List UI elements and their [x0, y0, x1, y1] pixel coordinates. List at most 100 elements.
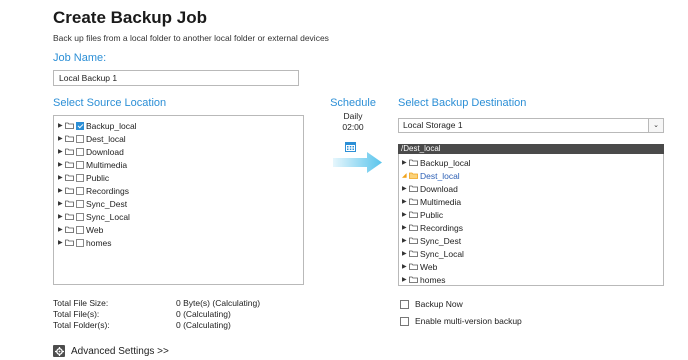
multi-version-checkbox[interactable]	[400, 316, 409, 326]
total-files-value: 0 (Calculating)	[176, 309, 231, 319]
expand-arrow-icon[interactable]: ▶	[58, 122, 65, 129]
folder-checkbox[interactable]	[76, 121, 84, 130]
folder-checkbox[interactable]	[76, 238, 84, 247]
destination-folder-row[interactable]: ▶ Multimedia	[402, 195, 663, 208]
backup-now-option[interactable]: Backup Now	[400, 299, 463, 309]
advanced-settings-link[interactable]: Advanced Settings >>	[53, 345, 169, 357]
destination-folder-row[interactable]: ▶ Public	[402, 208, 663, 221]
total-files-label: Total File(s):	[53, 309, 100, 319]
total-folders-label: Total Folder(s):	[53, 320, 110, 330]
source-folder-row[interactable]: ▶ Multimedia	[58, 158, 303, 171]
folder-icon	[409, 263, 418, 270]
folder-label: Download	[86, 146, 124, 157]
folder-icon	[65, 200, 74, 207]
folder-label: Download	[420, 183, 458, 194]
folder-icon	[65, 161, 74, 168]
folder-icon	[409, 211, 418, 218]
folder-label: Web	[86, 224, 104, 235]
expand-arrow-icon[interactable]: ▶	[402, 276, 409, 283]
folder-checkbox[interactable]	[76, 212, 84, 221]
expand-arrow-icon[interactable]: ▶	[58, 213, 65, 220]
destination-folder-row[interactable]: ◢ Dest_local	[402, 169, 663, 182]
expand-arrow-icon[interactable]: ▶	[402, 198, 409, 205]
expand-arrow-icon[interactable]: ▶	[402, 185, 409, 192]
source-folder-row[interactable]: ▶ Dest_local	[58, 132, 303, 145]
expand-arrow-icon[interactable]: ▶	[58, 135, 65, 142]
destination-folder-row[interactable]: ▶ Backup_local	[402, 156, 663, 169]
gear-icon	[53, 345, 65, 357]
destination-folder-row[interactable]: ▶ Sync_Dest	[402, 234, 663, 247]
expand-arrow-icon[interactable]: ▶	[58, 161, 65, 168]
folder-checkbox[interactable]	[76, 147, 84, 156]
schedule-frequency: Daily	[343, 111, 363, 121]
folder-label: Public	[420, 209, 444, 220]
storage-select[interactable]: Local Storage 1 ⌄	[398, 118, 664, 133]
folder-icon	[409, 276, 418, 283]
expand-arrow-icon[interactable]: ▶	[402, 237, 409, 244]
folder-icon	[65, 226, 74, 233]
destination-tree: ▶ Backup_local ◢ Dest_local ▶ Download ▶ Multim…	[398, 154, 664, 286]
folder-label: Sync_Local	[86, 211, 130, 222]
folder-label: Dest_local	[420, 170, 460, 181]
destination-path: /Dest_local	[398, 144, 664, 154]
source-folder-row[interactable]: ▶ Sync_Dest	[58, 197, 303, 210]
total-size-value: 0 Byte(s) (Calculating)	[176, 298, 261, 308]
source-folder-row[interactable]: ▶ homes	[58, 236, 303, 249]
source-folder-row[interactable]: ▶ Backup_local	[58, 119, 303, 132]
source-folder-row[interactable]: ▶ Web	[58, 223, 303, 236]
destination-folder-row[interactable]: ▶ Download	[402, 182, 663, 195]
expand-arrow-icon[interactable]: ▶	[58, 200, 65, 207]
folder-label: Web	[420, 261, 438, 272]
expand-arrow-icon[interactable]: ▶	[402, 159, 409, 166]
source-folder-row[interactable]: ▶ Download	[58, 145, 303, 158]
total-folders-value: 0 (Calculating)	[176, 320, 231, 330]
expand-arrow-icon[interactable]: ▶	[58, 226, 65, 233]
folder-label: Backup_local	[86, 120, 137, 131]
job-name-input[interactable]	[53, 70, 299, 86]
folder-checkbox[interactable]	[76, 173, 84, 182]
multi-version-option[interactable]: Enable multi-version backup	[400, 316, 522, 326]
folder-checkbox[interactable]	[76, 160, 84, 169]
page-subtitle: Back up files from a local folder to ano…	[53, 33, 329, 43]
destination-folder-row[interactable]: ▶ Web	[402, 260, 663, 273]
expand-arrow-icon[interactable]: ▶	[402, 263, 409, 270]
source-location-label: Select Source Location	[53, 97, 167, 109]
expand-arrow-icon[interactable]: ▶	[58, 187, 65, 194]
open-folder-icon	[409, 172, 418, 179]
folder-icon	[409, 185, 418, 192]
folder-icon	[409, 224, 418, 231]
destination-folder-row[interactable]: ▶ homes	[402, 273, 663, 286]
backup-now-checkbox[interactable]	[400, 299, 409, 309]
storage-select-value: Local Storage 1	[403, 120, 463, 130]
source-folder-row[interactable]: ▶ Public	[58, 171, 303, 184]
destination-folder-row[interactable]: ▶ Sync_Local	[402, 247, 663, 260]
expand-arrow-icon[interactable]: ▶	[58, 148, 65, 155]
destination-label: Select Backup Destination	[398, 97, 527, 109]
source-folder-row[interactable]: ▶ Sync_Local	[58, 210, 303, 223]
folder-label: Recordings	[86, 185, 129, 196]
page-title: Create Backup Job	[53, 8, 207, 27]
expand-arrow-icon[interactable]: ▶	[58, 239, 65, 246]
folder-label: Multimedia	[86, 159, 128, 170]
folder-label: homes	[420, 274, 446, 285]
folder-icon	[65, 174, 74, 181]
chevron-down-icon[interactable]: ⌄	[648, 119, 663, 132]
total-size-label: Total File Size:	[53, 298, 109, 308]
source-folder-row[interactable]: ▶ Recordings	[58, 184, 303, 197]
expand-arrow-icon[interactable]: ▶	[402, 250, 409, 257]
folder-icon	[65, 187, 74, 194]
folder-icon	[409, 237, 418, 244]
folder-icon	[409, 159, 418, 166]
expanded-arrow-icon[interactable]: ◢	[402, 172, 409, 179]
folder-label: Sync_Local	[420, 248, 464, 259]
folder-checkbox[interactable]	[76, 225, 84, 234]
schedule-label: Schedule	[330, 97, 376, 109]
destination-folder-row[interactable]: ▶ Recordings	[402, 221, 663, 234]
folder-checkbox[interactable]	[76, 199, 84, 208]
backup-now-label: Backup Now	[415, 299, 463, 309]
folder-checkbox[interactable]	[76, 186, 84, 195]
expand-arrow-icon[interactable]: ▶	[402, 211, 409, 218]
expand-arrow-icon[interactable]: ▶	[402, 224, 409, 231]
folder-checkbox[interactable]	[76, 134, 84, 143]
expand-arrow-icon[interactable]: ▶	[58, 174, 65, 181]
